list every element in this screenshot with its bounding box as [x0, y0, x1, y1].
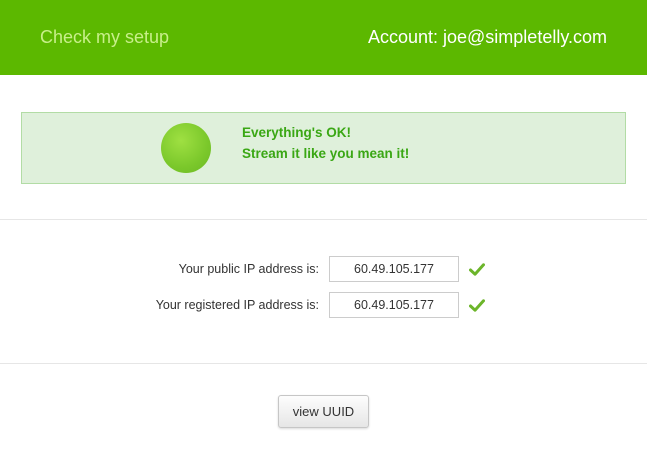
status-ok-icon — [161, 123, 211, 173]
status-message: Everything's OK! — [242, 125, 351, 140]
status-panel: Everything's OK! Stream it like you mean… — [21, 112, 626, 184]
registered-ip-field[interactable] — [329, 292, 459, 318]
checkmark-icon — [469, 263, 485, 276]
registered-ip-row: Your registered IP address is: — [0, 292, 647, 318]
checkmark-icon — [469, 299, 485, 312]
public-ip-row: Your public IP address is: — [0, 256, 647, 282]
status-tagline: Stream it like you mean it! — [242, 146, 410, 161]
check-setup-link[interactable]: Check my setup — [40, 27, 169, 48]
public-ip-label: Your public IP address is: — [178, 262, 319, 276]
account-label: Account: joe@simpletelly.com — [367, 27, 607, 47]
divider — [0, 219, 647, 220]
registered-ip-label: Your registered IP address is: — [155, 298, 319, 312]
view-uuid-button[interactable]: view UUID — [278, 395, 369, 428]
divider — [0, 363, 647, 364]
public-ip-field[interactable] — [329, 256, 459, 282]
header-bar: Check my setup Account: joe@simpletelly.… — [0, 0, 647, 75]
